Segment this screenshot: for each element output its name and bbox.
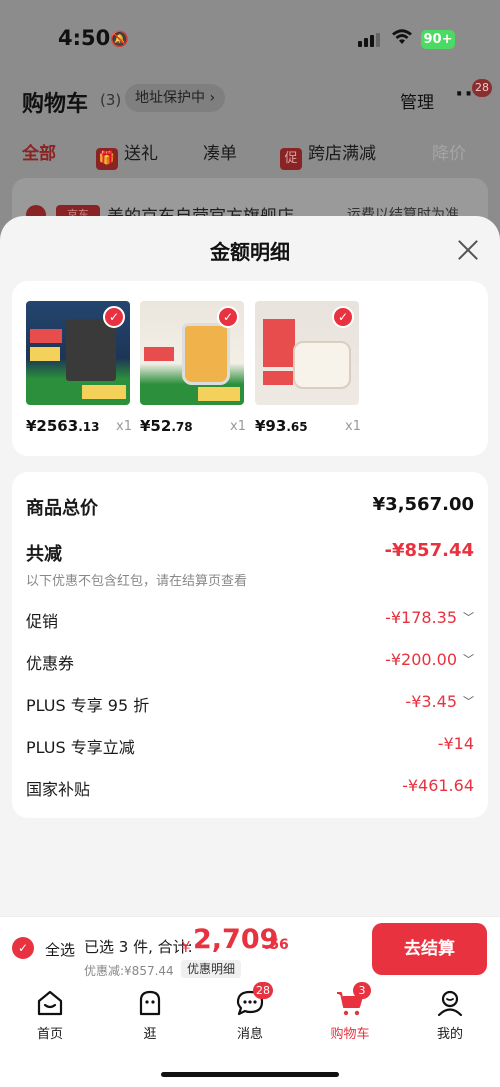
select-all-label[interactable]: 全选 bbox=[45, 939, 75, 960]
discount-label: 促销 bbox=[26, 612, 59, 631]
product-price: ¥93.65 bbox=[255, 417, 308, 435]
gift-icon: 🎁 bbox=[96, 148, 118, 170]
discount-label: 优惠券 bbox=[26, 654, 75, 673]
tab-messages[interactable]: 28 消息 bbox=[210, 982, 290, 1042]
water-heater-image: ✓ bbox=[26, 301, 130, 405]
product-qty: x1 bbox=[116, 419, 132, 434]
chevron-down-icon: ﹀ bbox=[463, 611, 474, 624]
stew-pot-image: ✓ bbox=[255, 301, 359, 405]
discount-label: PLUS 专享 95 折 bbox=[26, 696, 150, 715]
check-icon: ✓ bbox=[103, 306, 125, 328]
status-bar: 4:50 🔕 90+ bbox=[0, 0, 500, 78]
total-value: ¥3,567.00 bbox=[372, 494, 474, 515]
discount-value: -¥3.45 ﹀ bbox=[405, 692, 474, 711]
wifi-icon bbox=[391, 27, 413, 51]
product-qty: x1 bbox=[345, 419, 361, 434]
home-icon bbox=[35, 988, 65, 1018]
discount-label: PLUS 专享立减 bbox=[26, 738, 135, 757]
cart-icon: 3 bbox=[335, 982, 371, 1018]
check-icon: ✓ bbox=[332, 306, 354, 328]
discount-value: -¥200.00 ﹀ bbox=[385, 650, 474, 669]
battery-indicator: 90+ bbox=[421, 30, 455, 49]
discount-summary: 优惠减:¥857.44 bbox=[84, 964, 174, 978]
checkout-bar: ✓ 全选 已选 3 件, 合计: ¥ 2,709 .56 优惠减:¥857.44… bbox=[0, 916, 500, 980]
tab-gift[interactable]: 🎁 送礼 bbox=[96, 140, 158, 170]
manage-button[interactable]: 管理 bbox=[400, 88, 434, 113]
discount-label: 国家补贴 bbox=[26, 780, 91, 799]
browse-icon bbox=[135, 988, 165, 1018]
tab-home[interactable]: 首页 bbox=[10, 988, 90, 1042]
tab-profile[interactable]: 我的 bbox=[410, 988, 490, 1042]
product-list: ✓ ¥2563.13 x1 ✓ ¥52.78 x1 ✓ ¥93.65 x1 bbox=[12, 281, 488, 456]
reduce-value: -¥857.44 bbox=[384, 540, 474, 561]
cart-filter-tabs: 全部 🎁 送礼 凑单 促跨店满减 降价 bbox=[0, 140, 500, 170]
profile-icon bbox=[435, 988, 465, 1018]
total-label: 商品总价 bbox=[26, 498, 98, 519]
sheet-title: 金额明细 bbox=[210, 240, 290, 264]
currency-symbol: ¥ bbox=[181, 938, 191, 956]
selected-summary: 已选 3 件, 合计: bbox=[84, 938, 193, 956]
promo-icon: 促 bbox=[280, 148, 302, 170]
message-icon: 28 bbox=[235, 982, 273, 1018]
home-indicator bbox=[161, 1072, 339, 1077]
bottom-tab-bar: 首页 逛 28 消息 3 购物车 我的 bbox=[0, 980, 500, 1087]
checkout-button[interactable]: 去结算 bbox=[372, 923, 487, 975]
tab-cart[interactable]: 3 购物车 bbox=[310, 982, 390, 1042]
cart-title: 购物车 bbox=[22, 92, 89, 117]
food-processor-image: ✓ bbox=[140, 301, 244, 405]
product-price: ¥2563.13 bbox=[26, 417, 100, 435]
tab-bundle[interactable]: 凑单 bbox=[203, 140, 237, 168]
address-protection[interactable]: 地址保护中 › bbox=[125, 84, 226, 112]
message-badge: 28 bbox=[253, 982, 273, 999]
product-item[interactable]: ✓ ¥2563.13 x1 bbox=[26, 301, 144, 435]
discount-value: -¥461.64 bbox=[402, 776, 474, 795]
chevron-down-icon: ﹀ bbox=[463, 653, 474, 666]
product-item[interactable]: ✓ ¥52.78 x1 bbox=[140, 301, 258, 435]
signal-icon bbox=[358, 33, 380, 47]
product-item[interactable]: ✓ ¥93.65 x1 bbox=[255, 301, 373, 435]
more-badge: 28 bbox=[472, 79, 492, 97]
discount-value: -¥178.35 ﹀ bbox=[385, 608, 474, 627]
tab-cross-store[interactable]: 促跨店满减 bbox=[280, 140, 376, 170]
tab-price-drop[interactable]: 降价 bbox=[432, 140, 466, 168]
chevron-down-icon: ﹀ bbox=[463, 695, 474, 708]
discount-value: -¥14 bbox=[437, 734, 474, 753]
select-all-checkbox[interactable]: ✓ bbox=[12, 937, 34, 959]
cart-badge: 3 bbox=[353, 982, 371, 999]
reduce-label: 共减 bbox=[26, 544, 62, 565]
mute-bell-icon: 🔕 bbox=[110, 30, 129, 48]
product-qty: x1 bbox=[230, 419, 246, 434]
reduce-note: 以下优惠不包含红包，请在结算页查看 bbox=[26, 574, 248, 589]
total-amount-decimal: .56 bbox=[264, 937, 289, 953]
amount-detail-sheet: 金额明细 ✓ ¥2563.13 x1 ✓ ¥52.78 x1 ✓ ¥93.65 bbox=[0, 216, 500, 916]
tab-browse[interactable]: 逛 bbox=[110, 988, 190, 1042]
status-time: 4:50 bbox=[58, 26, 111, 50]
product-price: ¥52.78 bbox=[140, 417, 193, 435]
price-breakdown: 商品总价 ¥3,567.00 共减 -¥857.44 以下优惠不包含红包，请在结… bbox=[12, 472, 488, 818]
check-icon: ✓ bbox=[217, 306, 239, 328]
cart-count: (3) bbox=[100, 91, 122, 109]
tab-all[interactable]: 全部 bbox=[22, 140, 56, 168]
close-icon[interactable] bbox=[454, 236, 482, 264]
discount-detail-button[interactable]: 优惠明细 bbox=[181, 960, 242, 978]
